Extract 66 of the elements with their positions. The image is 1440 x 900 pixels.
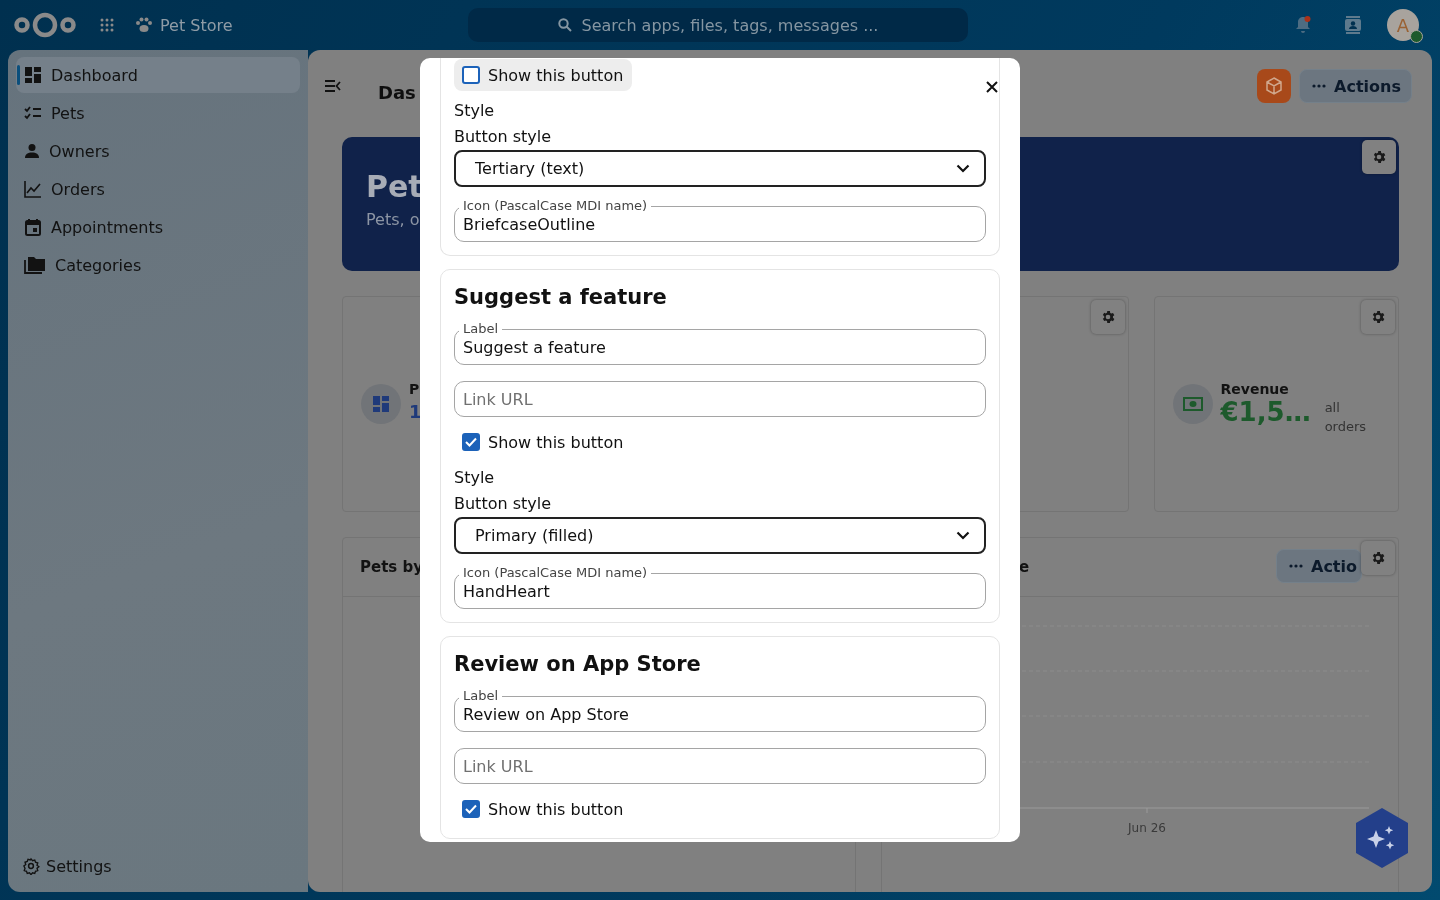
- select-label: Button style: [454, 127, 553, 147]
- cube-button[interactable]: [1257, 69, 1292, 103]
- gear-icon: [22, 857, 40, 875]
- paw-icon: [135, 17, 153, 33]
- sidebar-item[interactable]: Categories: [16, 247, 300, 283]
- assistant-button[interactable]: [1356, 808, 1408, 868]
- app-name[interactable]: Pet Store: [160, 15, 233, 35]
- sidebar-item[interactable]: Dashboard: [16, 57, 300, 93]
- actions-button[interactable]: Actio: [1276, 549, 1362, 583]
- apps-grid-icon[interactable]: [100, 18, 114, 32]
- settings-button[interactable]: [1361, 300, 1395, 334]
- person-icon: [24, 143, 40, 159]
- banknote-icon: [1182, 397, 1203, 411]
- checkbox-row[interactable]: Show this button: [454, 426, 633, 458]
- section-heading: Suggest a feature: [454, 284, 668, 310]
- contacts-icon: [1344, 16, 1362, 34]
- gear-icon: [1370, 550, 1386, 566]
- search-field[interactable]: Search apps, files, tags, messages ...: [468, 8, 968, 42]
- gear-icon: [1370, 309, 1386, 325]
- checklist-icon: [24, 106, 42, 120]
- search-icon: [557, 18, 572, 32]
- cube-icon: [1265, 77, 1284, 95]
- checkbox[interactable]: [462, 433, 480, 451]
- dashboard-icon: [372, 395, 390, 413]
- sidebar-item[interactable]: Pets: [16, 95, 300, 131]
- stat-label: Revenue: [1220, 381, 1290, 397]
- hero-subtitle: Pets, o: [366, 210, 420, 229]
- gear-icon: [1371, 149, 1387, 165]
- sidebar-item[interactable]: Appointments: [16, 209, 300, 245]
- chevron-down-icon: [956, 531, 970, 540]
- checkbox-row[interactable]: Show this button: [454, 59, 633, 91]
- settings-button[interactable]: [1090, 300, 1125, 334]
- chart-line-icon: [24, 180, 42, 198]
- sidebar-item[interactable]: Orders: [16, 171, 300, 207]
- menu-collapse-icon[interactable]: [325, 80, 341, 92]
- chevron-down-icon: [956, 164, 970, 173]
- close-icon: [986, 81, 998, 93]
- more-icon: [1312, 84, 1327, 88]
- panel-title: e: [1019, 558, 1030, 576]
- stat-note: all orders: [1324, 399, 1368, 436]
- checkbox-row[interactable]: Show this button: [454, 793, 633, 825]
- settings-button[interactable]: [1362, 140, 1396, 174]
- bell-icon: [1294, 16, 1312, 34]
- stat-value: 1: [409, 400, 422, 424]
- select-field[interactable]: Tertiary (text): [454, 150, 986, 187]
- settings-button[interactable]: [1361, 541, 1395, 575]
- dashboard-icon: [24, 66, 42, 84]
- actions-button[interactable]: Actions: [1299, 69, 1412, 103]
- calendar-icon: [24, 218, 42, 236]
- logo[interactable]: [14, 11, 76, 39]
- style-label: Style: [454, 468, 496, 488]
- settings-link[interactable]: Settings: [16, 848, 300, 884]
- section-heading: Review on App Store: [454, 651, 702, 677]
- checkbox[interactable]: [462, 800, 480, 818]
- folder-icon: [24, 256, 46, 274]
- select-label: Button style: [454, 494, 553, 514]
- sidebar-item[interactable]: Owners: [16, 133, 300, 169]
- style-label: Style: [454, 101, 496, 121]
- stat-value: €1,5…: [1220, 397, 1311, 427]
- checkbox[interactable]: [462, 66, 480, 84]
- stat-label: P: [409, 381, 421, 397]
- page-title: Das: [378, 81, 416, 103]
- hero-title: Pet: [366, 169, 423, 205]
- select-field[interactable]: Primary (filled): [454, 517, 986, 554]
- axis-tick-label: Jun 26: [1128, 821, 1166, 835]
- more-icon: [1289, 564, 1303, 568]
